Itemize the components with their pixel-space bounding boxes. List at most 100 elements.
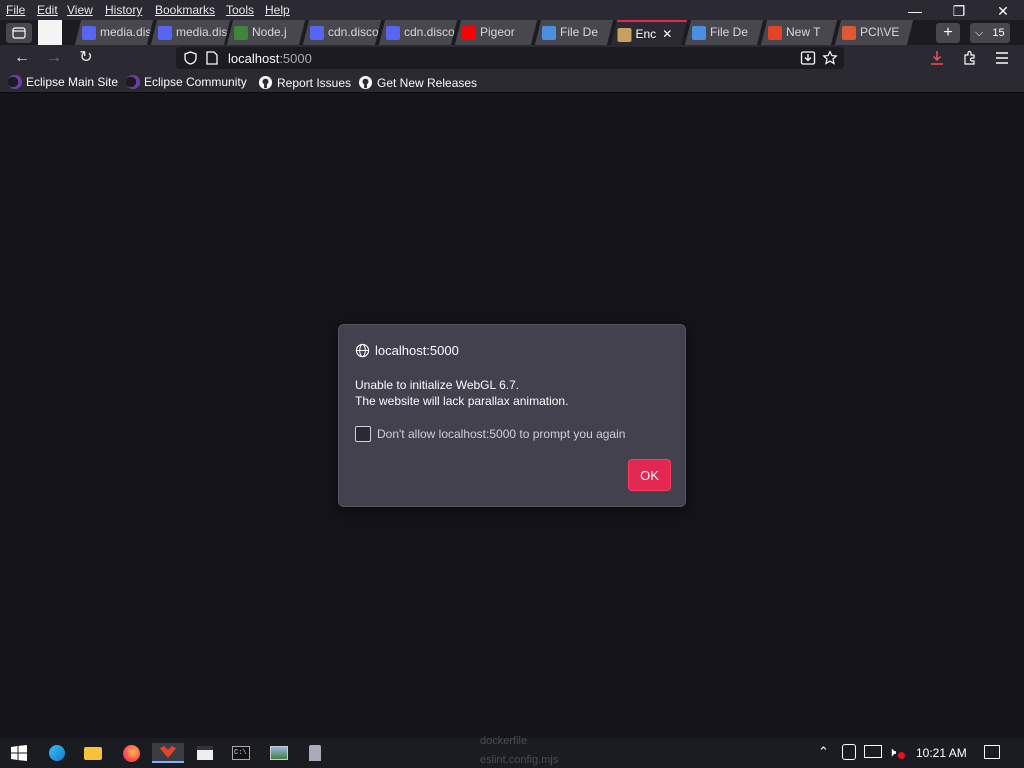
- browser-tab[interactable]: New T: [760, 20, 838, 45]
- ok-button[interactable]: OK: [628, 459, 671, 491]
- dialog-message-line2: The website will lack parallax animation…: [355, 394, 569, 408]
- browser-tab[interactable]: File De: [534, 20, 614, 45]
- bookmark-star-icon[interactable]: [822, 50, 838, 66]
- list-all-tabs-button[interactable]: ⌵ 15: [970, 23, 1010, 43]
- battery-icon[interactable]: [842, 744, 856, 760]
- chevron-down-icon: ⌵: [975, 27, 984, 39]
- bookmark-get-new-releases[interactable]: Get New Releases: [358, 75, 477, 90]
- dont-allow-prompt-label[interactable]: Don't allow localhost:5000 to prompt you…: [377, 427, 625, 441]
- menu-history[interactable]: History: [105, 3, 142, 17]
- arrow-left-icon: ←: [14, 49, 30, 66]
- browser-tab[interactable]: cdn.discor: [302, 20, 382, 45]
- ghost-text-2: eslint.config.mjs: [480, 754, 559, 766]
- reload-icon: ↻: [79, 49, 93, 66]
- close-window-button[interactable]: ✕: [988, 2, 1018, 20]
- bookmark-eclipse-community[interactable]: Eclipse Community: [126, 75, 247, 89]
- firefox-icon: [122, 744, 140, 762]
- discord-icon: [386, 25, 400, 40]
- tab-label: cdn.discor: [404, 25, 458, 39]
- back-button[interactable]: ←: [10, 48, 34, 68]
- menu-bar: File Edit View History Bookmarks Tools H…: [0, 0, 1024, 20]
- browser-tab[interactable]: cdn.discor: [378, 20, 458, 45]
- tab-label: media.disc: [100, 25, 154, 39]
- tab-label: cdn.discor: [328, 25, 382, 39]
- save-to-pocket-icon[interactable]: [800, 50, 816, 66]
- edge-icon: [49, 745, 65, 761]
- taskbar-edge[interactable]: [46, 743, 68, 763]
- menu-edit[interactable]: Edit: [37, 3, 58, 17]
- eclipse-icon: [126, 75, 140, 89]
- arrow-right-icon: →: [46, 49, 62, 66]
- tab-label: PCI\VE: [860, 25, 900, 39]
- dont-allow-prompt-checkbox[interactable]: [355, 426, 371, 442]
- windows-taskbar: C:\ dockerfile eslint.config.mjs ⌃ 🕨 10:…: [0, 735, 1024, 768]
- network-icon[interactable]: [864, 745, 882, 758]
- menu-view[interactable]: View: [67, 3, 93, 17]
- tab-label: File De: [560, 25, 599, 39]
- taskbar-clock[interactable]: 10:21 AM: [916, 746, 967, 760]
- bookmark-eclipse-main-site[interactable]: Eclipse Main Site: [8, 75, 118, 89]
- bookmark-label: Eclipse Community: [144, 75, 247, 89]
- firefox-view-icon: [12, 27, 26, 39]
- reload-button[interactable]: ↻: [74, 48, 98, 68]
- browser-tab[interactable]: media.disc: [150, 20, 231, 45]
- usb-icon: [309, 745, 321, 761]
- volume-muted-icon[interactable]: 🕨: [888, 744, 896, 760]
- close-tab-icon[interactable]: ✕: [662, 22, 672, 45]
- browser-tab[interactable]: Pigeor: [454, 20, 538, 45]
- browser-tab[interactable]: Enc ✕: [610, 20, 688, 45]
- shield-icon: [184, 51, 197, 65]
- tab-label: media.disc: [176, 25, 231, 39]
- url-bar[interactable]: localhost:5000: [176, 47, 844, 69]
- browser-tab[interactable]: File De: [684, 20, 764, 45]
- youtube-icon: [462, 25, 476, 40]
- page-icon: [206, 51, 218, 65]
- discord-icon: [158, 25, 172, 40]
- hamburger-menu-icon[interactable]: [994, 51, 1010, 65]
- firefox-view-button[interactable]: [6, 23, 32, 43]
- taskbar-clapper[interactable]: [194, 743, 216, 763]
- menu-file[interactable]: File: [6, 3, 25, 17]
- extensions-icon[interactable]: [962, 50, 978, 66]
- taskbar-cmd[interactable]: C:\: [230, 743, 252, 763]
- dialog-host: localhost:5000: [375, 343, 459, 358]
- github-icon: [358, 75, 373, 90]
- browser-tab[interactable]: Node.j: [226, 20, 306, 45]
- picture-icon: [270, 746, 288, 760]
- url-host: localhost: [228, 51, 280, 66]
- pinned-tab-blank[interactable]: [38, 20, 62, 45]
- bookmark-label: Get New Releases: [377, 75, 478, 90]
- prompt-dialog: localhost:5000 Unable to initialize WebG…: [338, 324, 686, 507]
- start-button[interactable]: [8, 743, 30, 763]
- forward-button[interactable]: →: [42, 48, 66, 68]
- dialog-message-line1: Unable to initialize WebGL 6.7.: [355, 378, 520, 392]
- minimize-button[interactable]: —: [900, 2, 930, 20]
- muted-badge-icon: [898, 752, 905, 759]
- clapperboard-icon: [197, 746, 213, 760]
- menu-help[interactable]: Help: [265, 3, 290, 17]
- url-text: localhost:5000: [228, 51, 312, 66]
- notifications-icon[interactable]: [984, 745, 1000, 759]
- browser-tab[interactable]: PCI\VE: [834, 20, 914, 45]
- taskbar-firefox[interactable]: [120, 743, 142, 763]
- chevron-up-icon[interactable]: ⌃: [818, 744, 829, 760]
- window-controls: — ❐ ✕: [894, 0, 1024, 20]
- globe-icon: [355, 343, 370, 358]
- menu-tools[interactable]: Tools: [226, 3, 254, 17]
- taskbar-browser-active[interactable]: [152, 743, 184, 763]
- eclipse-icon: [8, 75, 22, 89]
- taskbar-usb-tool[interactable]: [304, 743, 326, 763]
- bookmark-report-issues[interactable]: Report Issues: [258, 75, 351, 90]
- nodejs-icon: [234, 25, 248, 40]
- restore-button[interactable]: ❐: [944, 2, 974, 20]
- browser-tab[interactable]: media.disc: [74, 20, 154, 45]
- bookmarks-toolbar: Eclipse Main Site Eclipse Community Repo…: [0, 71, 1024, 93]
- taskbar-image-viewer[interactable]: [268, 743, 290, 763]
- taskbar-file-explorer[interactable]: [82, 743, 104, 763]
- menu-bookmarks[interactable]: Bookmarks: [155, 3, 215, 17]
- bookmark-label: Report Issues: [277, 75, 352, 90]
- downloads-icon[interactable]: [929, 50, 945, 66]
- new-tab-button[interactable]: +: [936, 23, 960, 43]
- ghost-text-1: dockerfile: [480, 735, 528, 747]
- folder-icon: [84, 746, 102, 760]
